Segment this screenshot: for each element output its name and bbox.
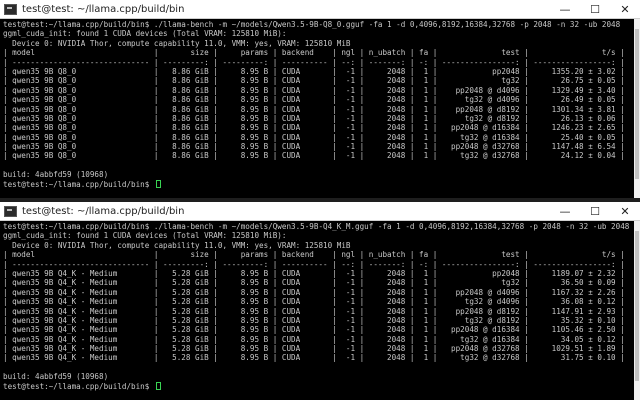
- close-button[interactable]: ✕: [610, 0, 640, 19]
- table-header: | model | size | params | backend | ngl …: [3, 48, 625, 58]
- build-line: build: 4abbfd59 (10968): [3, 372, 109, 382]
- table-row: | qwen35 9B Q8_0 | 8.86 GiB | 8.95 B | C…: [3, 66, 625, 76]
- table-separator: | ------------------------------ | -----…: [3, 259, 625, 269]
- minimize-button[interactable]: —: [550, 202, 580, 221]
- table-row: | qwen35 9B Q8_0 | 8.86 GiB | 8.95 B | C…: [3, 123, 625, 133]
- cuda-init-line: ggml_cuda_init: found 1 CUDA devices (To…: [3, 231, 287, 241]
- build-line: build: 4abbfd59 (10968): [3, 170, 109, 180]
- table-row: | qwen35 9B Q4_K - Medium | 5.28 GiB | 8…: [3, 287, 625, 297]
- table-row: | qwen35 9B Q8_0 | 8.86 GiB | 8.95 B | C…: [3, 151, 625, 161]
- table-row: | qwen35 9B Q4_K - Medium | 5.28 GiB | 8…: [3, 344, 625, 354]
- close-button[interactable]: ✕: [610, 202, 640, 221]
- table-row: | qwen35 9B Q4_K - Medium | 5.28 GiB | 8…: [3, 297, 625, 307]
- terminal-window-2[interactable]: test@test: ~/llama.cpp/build/bin — ☐ ✕ t…: [0, 202, 640, 400]
- terminal-output[interactable]: test@test:~/llama.cpp/build/bin$ ./llama…: [0, 19, 634, 198]
- table-row: | qwen35 9B Q4_K - Medium | 5.28 GiB | 8…: [3, 353, 625, 363]
- scrollbar-thumb[interactable]: [635, 29, 639, 179]
- table-row: | qwen35 9B Q8_0 | 8.86 GiB | 8.95 B | C…: [3, 132, 625, 142]
- table-header: | model | size | params | backend | ngl …: [3, 250, 625, 260]
- scrollbar-thumb[interactable]: [635, 231, 639, 381]
- scrollbar[interactable]: [634, 221, 640, 400]
- maximize-button[interactable]: ☐: [580, 0, 610, 19]
- table-row: | qwen35 9B Q4_K - Medium | 5.28 GiB | 8…: [3, 334, 625, 344]
- window-title: test@test: ~/llama.cpp/build/bin: [22, 205, 185, 217]
- cursor: [155, 179, 161, 188]
- table-row: | qwen35 9B Q8_0 | 8.86 GiB | 8.95 B | C…: [3, 142, 625, 152]
- shell-prompt: test@test:~/llama.cpp/build/bin$: [3, 381, 150, 391]
- table-row: | qwen35 9B Q8_0 | 8.86 GiB | 8.95 B | C…: [3, 85, 625, 95]
- table-row: | qwen35 9B Q4_K - Medium | 5.28 GiB | 8…: [3, 325, 625, 335]
- cuda-init-line: ggml_cuda_init: found 1 CUDA devices (To…: [3, 29, 287, 39]
- table-row: | qwen35 9B Q4_K - Medium | 5.28 GiB | 8…: [3, 268, 625, 278]
- maximize-button[interactable]: ☐: [580, 202, 610, 221]
- terminal-icon: [4, 3, 17, 15]
- shell-prompt: test@test:~/llama.cpp/build/bin$: [3, 179, 150, 189]
- device-line: Device 0: NVIDIA Thor, compute capabilit…: [3, 38, 351, 48]
- table-row: | qwen35 9B Q8_0 | 8.86 GiB | 8.95 B | C…: [3, 113, 625, 123]
- command-line: test@test:~/llama.cpp/build/bin$ ./llama…: [3, 20, 621, 29]
- scrollbar[interactable]: [634, 19, 640, 198]
- prompt-line[interactable]: test@test:~/llama.cpp/build/bin$: [3, 381, 631, 391]
- table-row: | qwen35 9B Q4_K - Medium | 5.28 GiB | 8…: [3, 306, 625, 316]
- command-line: test@test:~/llama.cpp/build/bin$ ./llama…: [3, 222, 630, 231]
- table-row: | qwen35 9B Q8_0 | 8.86 GiB | 8.95 B | C…: [3, 76, 625, 86]
- terminal-window-1[interactable]: test@test: ~/llama.cpp/build/bin — ☐ ✕ t…: [0, 0, 640, 198]
- cursor: [155, 381, 161, 390]
- table-row: | qwen35 9B Q4_K - Medium | 5.28 GiB | 8…: [3, 278, 625, 288]
- prompt-line[interactable]: test@test:~/llama.cpp/build/bin$: [3, 179, 631, 189]
- table-row: | qwen35 9B Q8_0 | 8.86 GiB | 8.95 B | C…: [3, 104, 625, 114]
- title-bar[interactable]: test@test: ~/llama.cpp/build/bin — ☐ ✕: [0, 202, 640, 221]
- minimize-button[interactable]: —: [550, 0, 580, 19]
- table-row: | qwen35 9B Q4_K - Medium | 5.28 GiB | 8…: [3, 315, 625, 325]
- terminal-output[interactable]: test@test:~/llama.cpp/build/bin$ ./llama…: [0, 221, 634, 400]
- window-title: test@test: ~/llama.cpp/build/bin: [22, 3, 185, 15]
- table-row: | qwen35 9B Q8_0 | 8.86 GiB | 8.95 B | C…: [3, 95, 625, 105]
- terminal-icon: [4, 205, 17, 217]
- table-separator: | ------------------------------ | -----…: [3, 57, 625, 67]
- title-bar[interactable]: test@test: ~/llama.cpp/build/bin — ☐ ✕: [0, 0, 640, 19]
- device-line: Device 0: NVIDIA Thor, compute capabilit…: [3, 240, 351, 250]
